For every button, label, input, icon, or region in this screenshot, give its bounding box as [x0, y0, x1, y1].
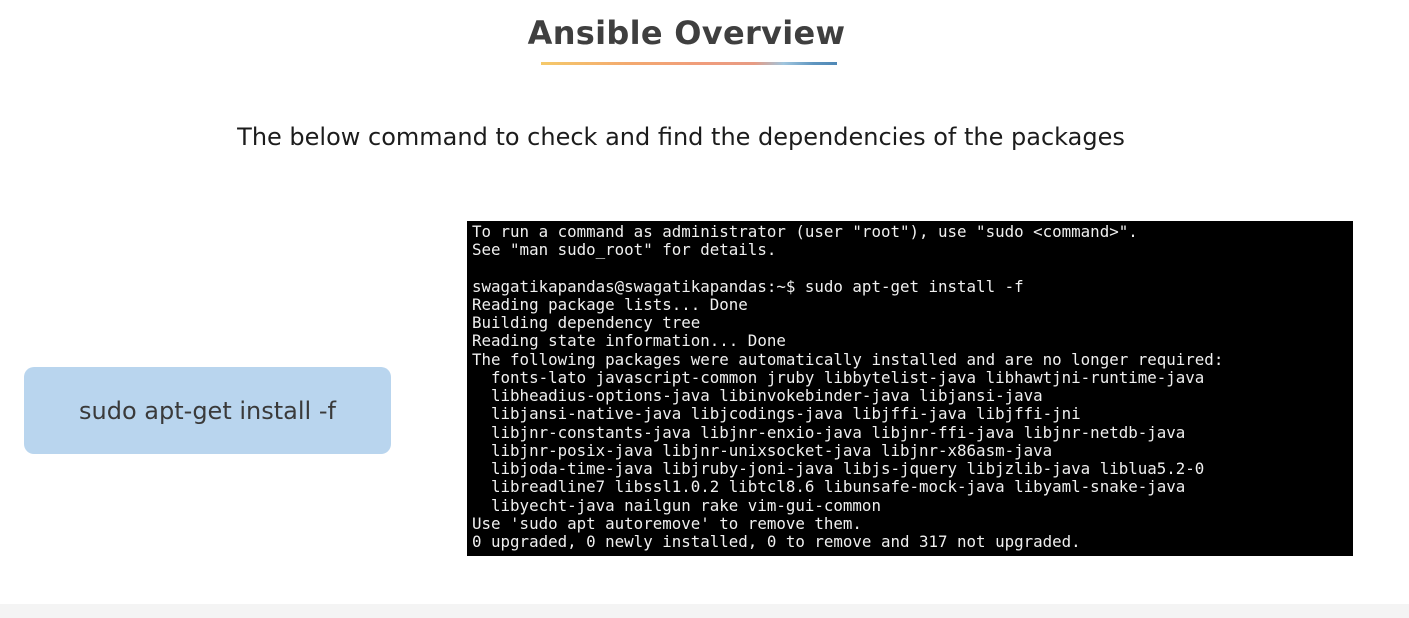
terminal-line: Reading state information... Done	[472, 331, 786, 350]
terminal-line: fonts-lato javascript-common jruby libby…	[472, 368, 1205, 387]
terminal-line: 0 upgraded, 0 newly installed, 0 to remo…	[472, 532, 1081, 551]
title-underline	[541, 62, 837, 65]
terminal-line: Use 'sudo apt autoremove' to remove them…	[472, 514, 862, 533]
slide-subtitle: The below command to check and find the …	[237, 123, 1125, 151]
terminal-line: libjoda-time-java libjruby-joni-java lib…	[472, 459, 1205, 478]
terminal-line: libjnr-constants-java libjnr-enxio-java …	[472, 423, 1186, 442]
terminal-line: Building dependency tree	[472, 313, 701, 332]
command-label: sudo apt-get install -f	[79, 396, 336, 425]
terminal-line: To run a command as administrator (user …	[472, 222, 1138, 241]
terminal-line: libyecht-java nailgun rake vim-gui-commo…	[472, 496, 881, 515]
terminal-line: libjansi-native-java libjcodings-java li…	[472, 404, 1081, 423]
terminal-line: Reading package lists... Done	[472, 295, 748, 314]
terminal-prompt-line: swagatikapandas@swagatikapandas:~$ sudo …	[472, 277, 1024, 296]
command-box: sudo apt-get install -f	[24, 367, 391, 454]
bottom-bar	[0, 604, 1409, 618]
slide-title: Ansible Overview	[527, 14, 846, 52]
terminal-screenshot: To run a command as administrator (user …	[467, 221, 1353, 556]
terminal-line: libheadius-options-java libinvokebinder-…	[472, 386, 1043, 405]
terminal-line: libreadline7 libssl1.0.2 libtcl8.6 libun…	[472, 477, 1186, 496]
terminal-line: libjnr-posix-java libjnr-unixsocket-java…	[472, 441, 1053, 460]
terminal-line: The following packages were automaticall…	[472, 350, 1224, 369]
terminal-line: See "man sudo_root" for details.	[472, 240, 777, 259]
